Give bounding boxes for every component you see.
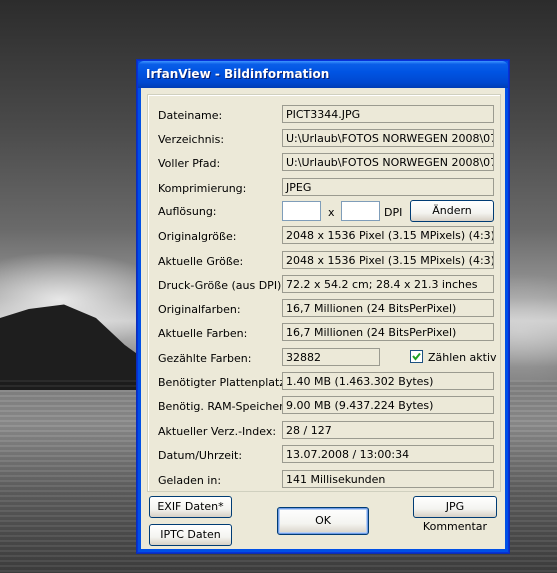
resolution-x-separator: x <box>328 206 335 219</box>
current-size-value: 2048 x 1536 Pixel (3.15 MPixels) (4:3) <box>282 251 494 269</box>
image-info-dialog: IrfanView - Bildinformation Dateiname: P… <box>137 60 509 553</box>
original-size-value: 2048 x 1536 Pixel (3.15 MPixels) (4:3) <box>282 226 494 244</box>
row-dir-index: Aktueller Verz.-Index: 28 / 127 <box>148 421 500 443</box>
filename-value: PICT3344.JPG <box>282 105 494 123</box>
full-path-label: Voller Pfad: <box>158 157 221 170</box>
count-active-label[interactable]: Zählen aktiv <box>428 351 497 364</box>
compression-label: Komprimierung: <box>158 182 247 195</box>
jpg-comment-button[interactable]: JPG Kommentar <box>413 496 497 533</box>
title-bar[interactable]: IrfanView - Bildinformation <box>138 61 508 88</box>
count-active-checkbox[interactable] <box>410 350 423 363</box>
original-colors-value: 16,7 Millionen (24 BitsPerPixel) <box>282 299 494 317</box>
filename-label: Dateiname: <box>158 109 223 122</box>
exif-data-button[interactable]: EXIF Daten* <box>149 496 232 518</box>
directory-value: U:\Urlaub\FOTOS NORWEGEN 2008\071 <box>282 129 494 147</box>
original-colors-label: Originalfarben: <box>158 303 241 316</box>
datetime-value: 13.07.2008 / 13:00:34 <box>282 445 494 463</box>
row-ram: Benötig. RAM-Speicher: 9.00 MB (9.437.22… <box>148 396 500 418</box>
disk-space-value: 1.40 MB (1.463.302 Bytes) <box>282 372 494 390</box>
row-filename: Dateiname: PICT3344.JPG <box>148 105 500 127</box>
background-landform <box>0 304 160 390</box>
print-size-label: Druck-Größe (aus DPI): <box>158 279 286 292</box>
directory-label: Verzeichnis: <box>158 133 225 146</box>
row-original-colors: Originalfarben: 16,7 Millionen (24 BitsP… <box>148 299 500 321</box>
info-group: Dateiname: PICT3344.JPG Verzeichnis: U:\… <box>147 94 501 492</box>
row-full-path: Voller Pfad: U:\Urlaub\FOTOS NORWEGEN 20… <box>148 153 500 175</box>
full-path-value: U:\Urlaub\FOTOS NORWEGEN 2008\071 <box>282 153 494 171</box>
row-print-size: Druck-Größe (aus DPI): 72.2 x 54.2 cm; 2… <box>148 275 500 297</box>
original-size-label: Originalgröße: <box>158 230 237 243</box>
resolution-y-input[interactable] <box>341 201 380 221</box>
ram-value: 9.00 MB (9.437.224 Bytes) <box>282 396 494 414</box>
iptc-data-button[interactable]: IPTC Daten <box>149 524 232 546</box>
row-compression: Komprimierung: JPEG <box>148 178 500 200</box>
checkmark-icon <box>412 352 421 361</box>
ok-button[interactable]: OK <box>277 507 369 535</box>
resolution-x-input[interactable] <box>282 201 321 221</box>
datetime-label: Datum/Uhrzeit: <box>158 449 243 462</box>
counted-colors-value: 32882 <box>282 348 380 366</box>
row-disk-space: Benötigter Plattenplatz: 1.40 MB (1.463.… <box>148 372 500 394</box>
counted-colors-label: Gezählte Farben: <box>158 352 252 365</box>
current-size-label: Aktuelle Größe: <box>158 255 244 268</box>
change-dpi-button[interactable]: Ändern <box>410 200 494 222</box>
dir-index-value: 28 / 127 <box>282 421 494 439</box>
print-size-value: 72.2 x 54.2 cm; 28.4 x 21.3 inches <box>282 275 494 293</box>
compression-value: JPEG <box>282 178 494 196</box>
load-time-label: Geladen in: <box>158 474 222 487</box>
row-current-size: Aktuelle Größe: 2048 x 1536 Pixel (3.15 … <box>148 251 500 273</box>
row-datetime: Datum/Uhrzeit: 13.07.2008 / 13:00:34 <box>148 445 500 467</box>
row-counted-colors: Gezählte Farben: 32882 Zählen aktiv <box>148 348 500 370</box>
row-original-size: Originalgröße: 2048 x 1536 Pixel (3.15 M… <box>148 226 500 248</box>
row-load-time: Geladen in: 141 Millisekunden <box>148 470 500 492</box>
current-colors-label: Aktuelle Farben: <box>158 327 248 340</box>
dialog-client-area: Dateiname: PICT3344.JPG Verzeichnis: U:\… <box>142 88 504 548</box>
current-colors-value: 16,7 Millionen (24 BitsPerPixel) <box>282 323 494 341</box>
row-resolution: Auflösung: x DPI Ändern <box>148 200 500 223</box>
disk-space-label: Benötigter Plattenplatz: <box>158 376 289 389</box>
ram-label: Benötig. RAM-Speicher: <box>158 400 288 413</box>
row-current-colors: Aktuelle Farben: 16,7 Millionen (24 Bits… <box>148 323 500 345</box>
window-title: IrfanView - Bildinformation <box>146 67 330 81</box>
dir-index-label: Aktueller Verz.-Index: <box>158 425 277 438</box>
load-time-value: 141 Millisekunden <box>282 470 494 488</box>
row-directory: Verzeichnis: U:\Urlaub\FOTOS NORWEGEN 20… <box>148 129 500 151</box>
dpi-unit-label: DPI <box>384 206 403 219</box>
resolution-label: Auflösung: <box>158 205 217 218</box>
